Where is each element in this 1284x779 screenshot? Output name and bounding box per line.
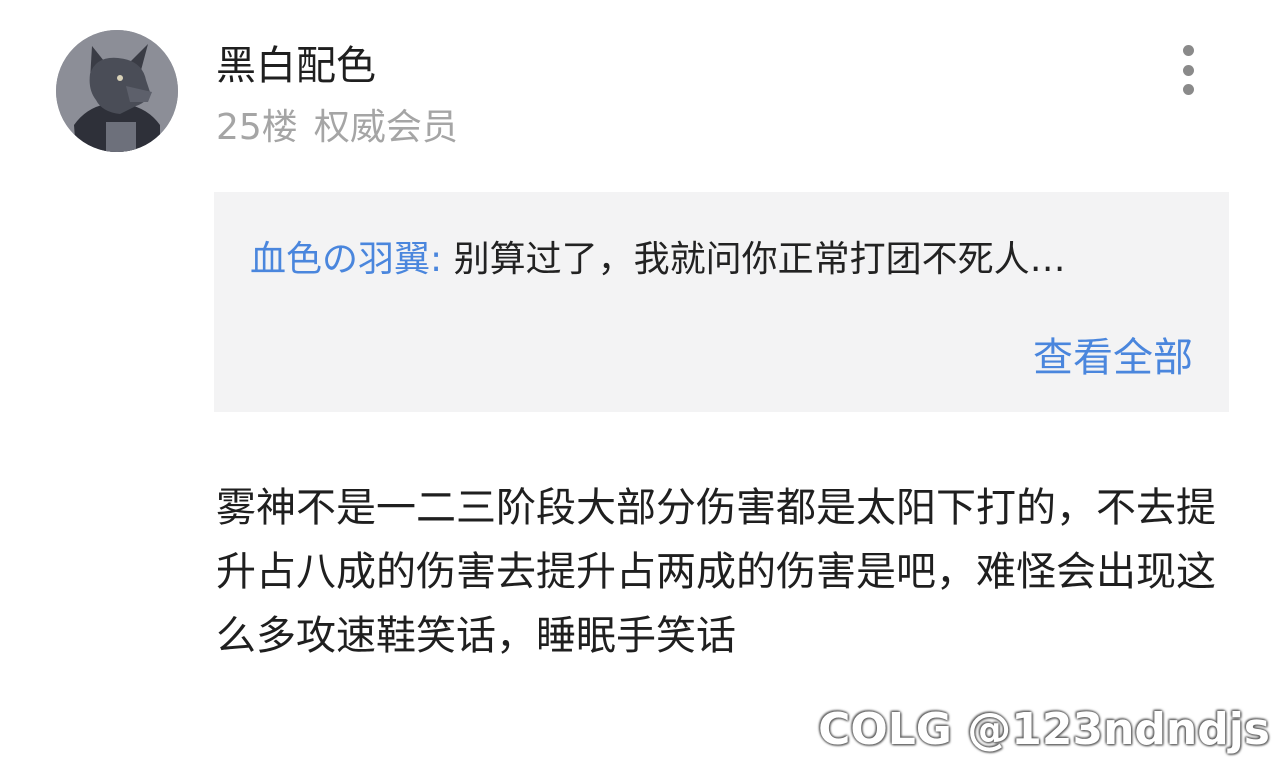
member-badge: 权威会员: [313, 107, 458, 148]
more-options-button[interactable]: [1172, 40, 1204, 100]
post-content: 雾神不是一二三阶段大部分伤害都是太阳下打的，不去提升占八成的伤害去提升占两成的伤…: [216, 485, 1216, 659]
more-vertical-icon: [1182, 84, 1194, 95]
colg-watermark: COLG @123ndndjs: [818, 704, 1270, 755]
more-vertical-icon: [1182, 45, 1194, 56]
more-vertical-icon: [1182, 64, 1194, 76]
quote-line: 血色の羽翼: 别算过了，我就问你正常打团不死人…: [250, 236, 1210, 284]
floor-number: 25楼: [216, 107, 298, 148]
wolf-avatar-icon: [56, 30, 178, 152]
post-page: 黑白配色 25楼 权威会员 血色の羽翼: 别算过了，我就问你正常打团不死人… 查看…: [0, 0, 1284, 779]
quoted-reply[interactable]: 血色の羽翼: 别算过了，我就问你正常打团不死人… 查看全部: [214, 192, 1229, 412]
quote-author[interactable]: 血色の羽翼:: [250, 239, 442, 280]
quote-text: 别算过了，我就问你正常打团不死人…: [442, 239, 1066, 280]
view-all-link[interactable]: 查看全部: [1033, 332, 1193, 384]
post-meta: 25楼 权威会员: [216, 104, 458, 152]
avatar[interactable]: [56, 30, 178, 152]
username[interactable]: 黑白配色: [216, 40, 376, 92]
